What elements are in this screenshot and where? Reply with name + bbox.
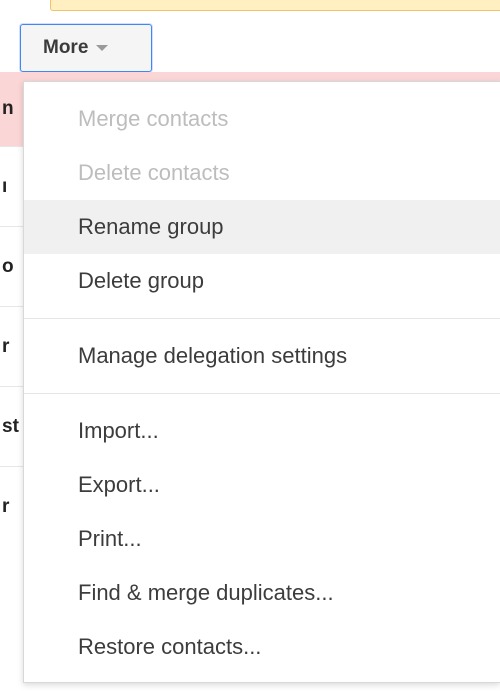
menu-item-find-merge-duplicates[interactable]: Find & merge duplicates... (24, 566, 500, 620)
more-button-label: More (43, 37, 88, 59)
menu-separator (24, 318, 500, 319)
menu-item-rename-group[interactable]: Rename group (24, 200, 500, 254)
menu-item-print[interactable]: Print... (24, 512, 500, 566)
notification-banner-fragment (50, 0, 500, 11)
menu-item-export[interactable]: Export... (24, 458, 500, 512)
menu-item-delete-contacts: Delete contacts (24, 146, 500, 200)
caret-down-icon (96, 45, 108, 51)
menu-separator (24, 393, 500, 394)
menu-item-restore-contacts[interactable]: Restore contacts... (24, 620, 500, 674)
menu-item-delete-group[interactable]: Delete group (24, 254, 500, 308)
menu-item-import[interactable]: Import... (24, 404, 500, 458)
more-button[interactable]: More (20, 24, 152, 72)
menu-item-manage-delegation[interactable]: Manage delegation settings (24, 329, 500, 383)
more-dropdown-menu: Merge contacts Delete contacts Rename gr… (23, 81, 500, 683)
menu-item-merge-contacts: Merge contacts (24, 92, 500, 146)
